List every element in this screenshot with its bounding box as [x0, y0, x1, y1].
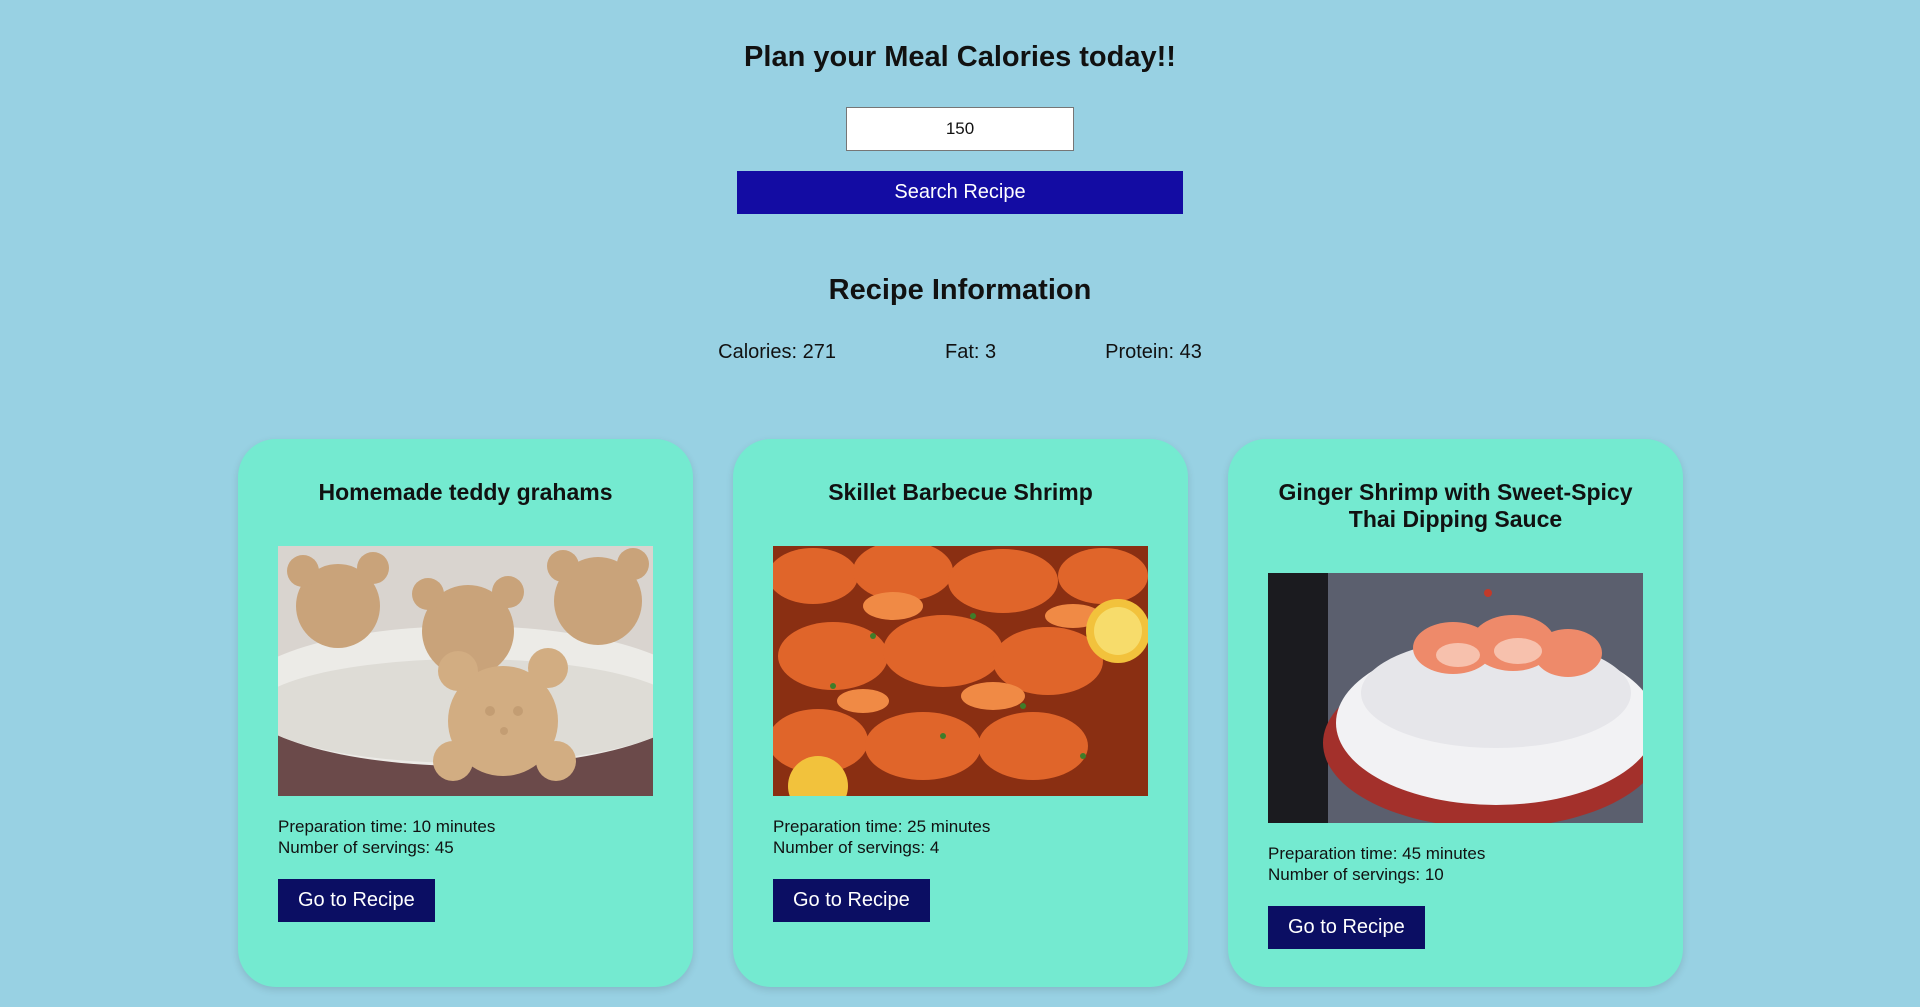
nutrient-summary: Calories: 271 Fat: 3 Protein: 43	[0, 340, 1920, 364]
go-to-recipe-button[interactable]: Go to Recipe	[773, 879, 930, 922]
recipe-meta: Preparation time: 45 minutes Number of s…	[1268, 843, 1643, 885]
preparation-time: Preparation time: 45 minutes	[1268, 844, 1486, 863]
number-of-servings: Number of servings: 4	[773, 838, 940, 857]
recipe-card: Skillet Barbecue Shrimp Preparation time…	[733, 439, 1188, 987]
recipe-card-list: Homemade teddy grahams Preparation time:…	[238, 439, 1683, 987]
page: Plan your Meal Calories today!! Search R…	[0, 0, 1920, 1007]
preparation-time: Preparation time: 25 minutes	[773, 817, 991, 836]
page-title: Plan your Meal Calories today!!	[744, 41, 1176, 73]
protein-value: Protein: 43	[1105, 341, 1202, 363]
recipe-card: Homemade teddy grahams Preparation time:…	[238, 439, 693, 987]
ginger-shrimp-photo	[1268, 573, 1643, 823]
teddy-grahams-photo	[278, 546, 653, 796]
recipe-title: Homemade teddy grahams	[318, 479, 613, 505]
calories-value: Calories: 271	[718, 341, 836, 363]
search-recipe-button[interactable]: Search Recipe	[737, 171, 1183, 214]
teddy-grahams-image	[278, 546, 653, 796]
go-to-recipe-button[interactable]: Go to Recipe	[1268, 906, 1425, 949]
recipe-title: Ginger Shrimp with Sweet-Spicy Thai Dipp…	[1278, 479, 1633, 532]
recipe-information-heading: Recipe Information	[828, 274, 1092, 306]
number-of-servings: Number of servings: 45	[278, 838, 454, 857]
barbecue-shrimp-image	[773, 546, 1148, 796]
ginger-shrimp-image	[1268, 573, 1643, 823]
barbecue-shrimp-photo	[773, 546, 1148, 796]
recipe-meta: Preparation time: 25 minutes Number of s…	[773, 816, 1148, 858]
recipe-card: Ginger Shrimp with Sweet-Spicy Thai Dipp…	[1228, 439, 1683, 987]
recipe-meta: Preparation time: 10 minutes Number of s…	[278, 816, 653, 858]
go-to-recipe-button[interactable]: Go to Recipe	[278, 879, 435, 922]
recipe-title: Skillet Barbecue Shrimp	[828, 479, 1093, 505]
number-of-servings: Number of servings: 10	[1268, 865, 1444, 884]
calories-input[interactable]	[846, 107, 1074, 151]
preparation-time: Preparation time: 10 minutes	[278, 817, 496, 836]
fat-value: Fat: 3	[944, 341, 997, 363]
